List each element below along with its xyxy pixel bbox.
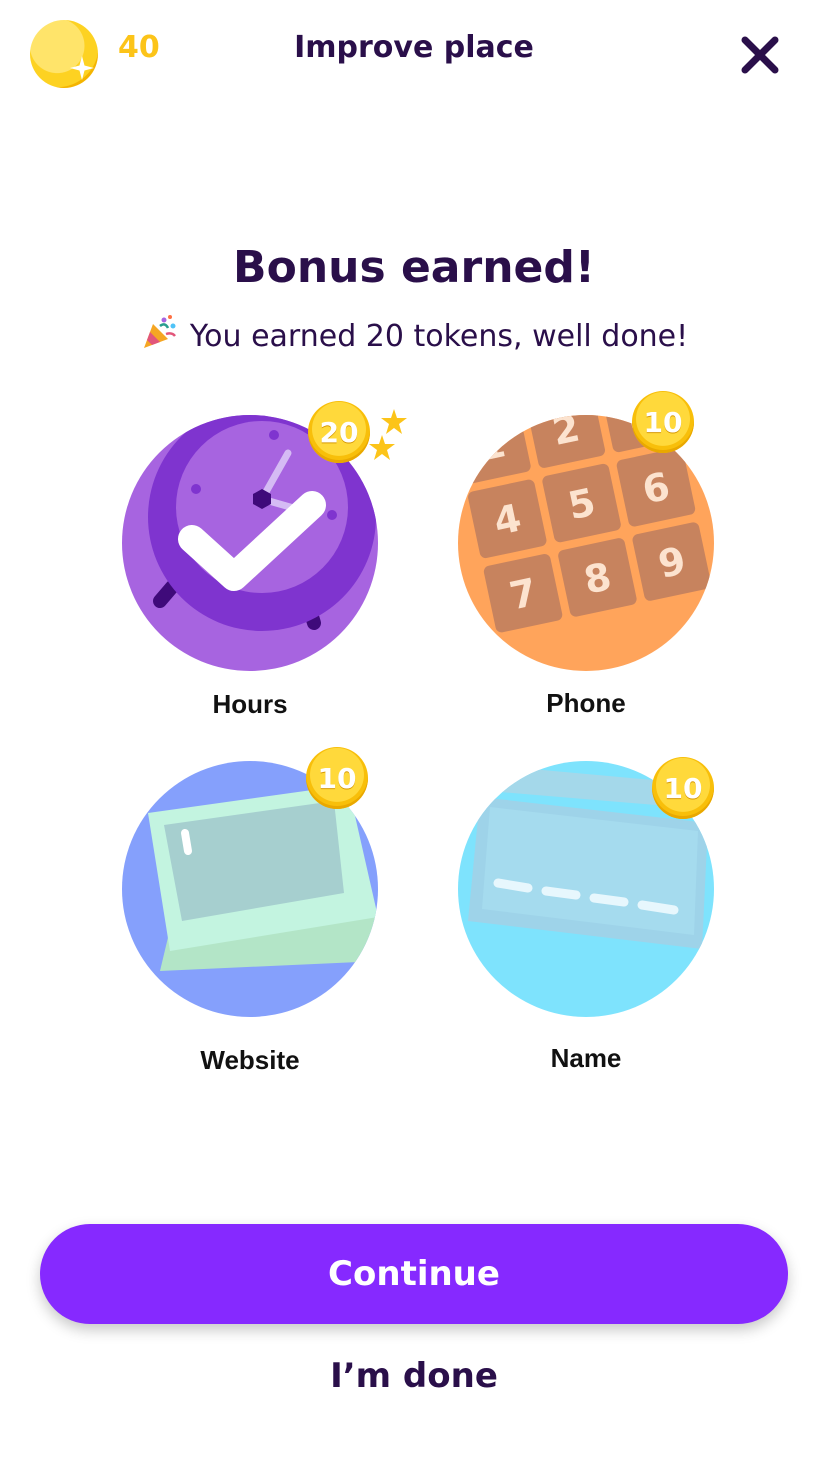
tile-website[interactable]: 10 Website xyxy=(122,747,382,1091)
close-icon xyxy=(741,36,779,74)
token-badge: 10 xyxy=(632,391,694,453)
continue-button[interactable]: Continue xyxy=(40,1224,788,1324)
token-badge: 20 xyxy=(308,401,370,463)
keypad-icon: 123456789 xyxy=(458,415,714,671)
bonus-message-row: You earned 20 tokens, well done! xyxy=(0,312,828,354)
tile-name[interactable]: 10 Name xyxy=(458,757,718,1091)
token-badge: 10 xyxy=(652,757,714,819)
bonus-message: You earned 20 tokens, well done! xyxy=(189,319,689,354)
tile-hours[interactable]: 20 Hours xyxy=(122,401,407,745)
tile-phone[interactable]: 123456789 10 Phone xyxy=(458,391,718,745)
keypad-key: 1 xyxy=(474,421,509,470)
party-popper-icon xyxy=(143,315,176,348)
continue-label: Continue xyxy=(328,1254,500,1294)
token-badge: 10 xyxy=(306,747,368,809)
im-done-button[interactable]: I’m done xyxy=(0,1356,828,1396)
tile-label: Name xyxy=(550,1043,622,1073)
tile-label: Website xyxy=(200,1045,300,1075)
bonus-title: Bonus earned! xyxy=(233,242,595,293)
tile-label: Phone xyxy=(546,688,626,718)
stars-icon xyxy=(369,409,407,460)
tile-label: Hours xyxy=(212,689,288,719)
close-button[interactable] xyxy=(737,32,783,78)
page-title: Improve place xyxy=(294,30,534,65)
